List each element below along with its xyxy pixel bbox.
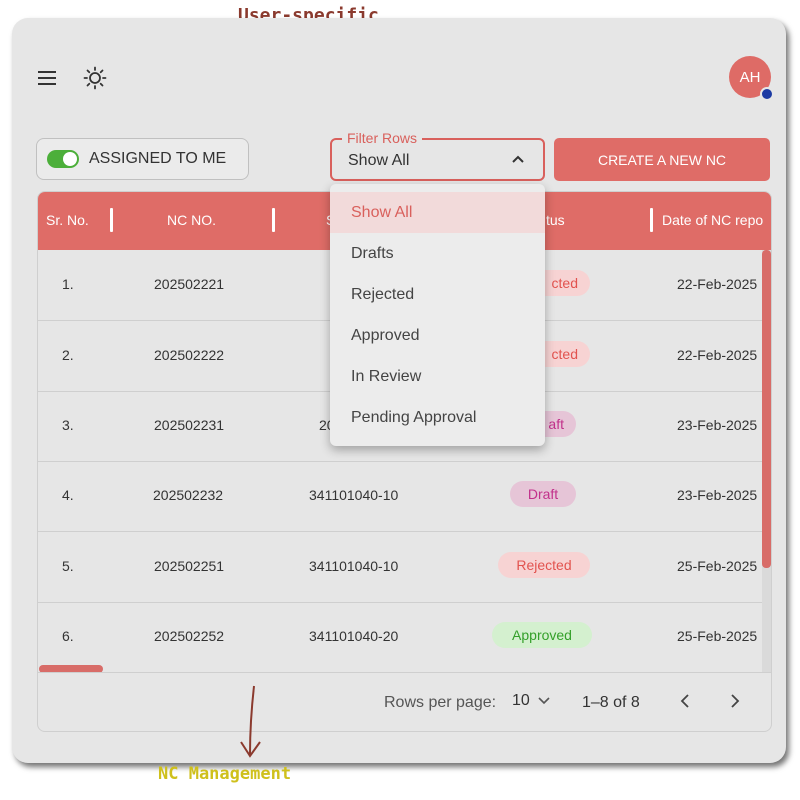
pagination-range: 1–8 of 8: [582, 694, 640, 711]
assigned-to-me-toggle[interactable]: ASSIGNED TO ME: [36, 138, 249, 180]
vertical-scrollbar[interactable]: [762, 250, 771, 568]
toggle-knob: [63, 152, 77, 166]
rows-per-page-label: Rows per page:: [384, 694, 497, 711]
date-cell: 22-Feb-2025: [677, 347, 758, 363]
column-divider[interactable]: [110, 208, 113, 232]
column-header-nc-no[interactable]: NC NO.: [167, 212, 216, 228]
sun-icon[interactable]: [83, 66, 107, 90]
filter-option-approved[interactable]: Approved: [330, 315, 545, 356]
part-cell: 341101040-20: [309, 628, 399, 644]
nc-no-cell: 202502232: [153, 487, 224, 503]
chevron-left-icon[interactable]: [678, 693, 692, 709]
column-divider[interactable]: [650, 208, 653, 232]
status-badge: Approved: [492, 622, 592, 648]
filter-rows-select[interactable]: Filter Rows Show All: [330, 130, 545, 181]
table-row[interactable]: 5. 202502251 341101040-10 Rejected 25-Fe…: [38, 532, 768, 603]
sr-no-cell: 3.: [62, 417, 74, 433]
date-cell: 25-Feb-2025: [677, 558, 758, 574]
toggle-switch[interactable]: [47, 150, 79, 168]
filter-rows-value: Show All: [348, 152, 410, 169]
nc-no-cell: 202502252: [154, 628, 225, 644]
avatar-initials: AH: [739, 68, 761, 86]
online-status-dot: [760, 87, 774, 101]
date-cell: 23-Feb-2025: [677, 487, 758, 503]
filter-rows-dropdown: Show All Drafts Rejected Approved In Rev…: [330, 184, 545, 446]
app-window: AH ASSIGNED TO ME Filter Rows Show All C…: [12, 18, 786, 763]
rows-per-page-select[interactable]: 10: [512, 692, 550, 710]
create-new-nc-button[interactable]: CREATE A NEW NC: [554, 138, 770, 181]
hamburger-menu-icon[interactable]: [38, 70, 56, 86]
sr-no-cell: 1.: [62, 276, 74, 292]
date-cell: 25-Feb-2025: [677, 628, 758, 644]
nc-no-cell: 202502222: [154, 347, 225, 363]
sr-no-cell: 6.: [62, 628, 74, 644]
column-divider[interactable]: [272, 208, 275, 232]
sr-no-cell: 4.: [62, 487, 74, 503]
assigned-to-me-label: ASSIGNED TO ME: [89, 150, 227, 167]
filter-rows-label: Filter Rows: [342, 130, 423, 146]
table-row[interactable]: 6. 202502252 341101040-20 Approved 25-Fe…: [38, 602, 768, 672]
filter-option-rejected[interactable]: Rejected: [330, 274, 545, 315]
column-header-sr-no[interactable]: Sr. No.: [46, 212, 89, 228]
pagination-bar: Rows per page: 10 1–8 of 8: [38, 672, 771, 731]
filter-option-show-all[interactable]: Show All: [330, 192, 545, 233]
rows-per-page-value: 10: [512, 692, 530, 709]
chevron-right-icon[interactable]: [728, 693, 742, 709]
status-badge: Rejected: [498, 552, 590, 578]
table-row[interactable]: 4. 202502232 341101040-10 Draft 23-Feb-2…: [38, 461, 768, 532]
annotation-arrow-down-icon: [240, 685, 261, 758]
nc-no-cell: 202502251: [154, 558, 225, 574]
sr-no-cell: 2.: [62, 347, 74, 363]
annotation-nc-management: NC Management: [158, 764, 292, 784]
date-cell: 23-Feb-2025: [677, 417, 758, 433]
chevron-up-icon: [512, 155, 524, 163]
date-cell: 22-Feb-2025: [677, 276, 758, 292]
column-header-date[interactable]: Date of NC repo: [662, 212, 763, 228]
column-header-status[interactable]: tus: [546, 212, 565, 228]
filter-option-pending-approval[interactable]: Pending Approval: [330, 397, 545, 438]
chevron-down-icon: [538, 697, 550, 705]
part-cell: 341101040-10: [309, 558, 399, 574]
nc-no-cell: 202502221: [154, 276, 225, 292]
status-badge: Draft: [510, 481, 576, 507]
sr-no-cell: 5.: [62, 558, 74, 574]
filter-option-in-review[interactable]: In Review: [330, 356, 545, 397]
part-cell: 341101040-10: [309, 487, 399, 503]
nc-no-cell: 202502231: [154, 417, 225, 433]
filter-option-drafts[interactable]: Drafts: [330, 233, 545, 274]
